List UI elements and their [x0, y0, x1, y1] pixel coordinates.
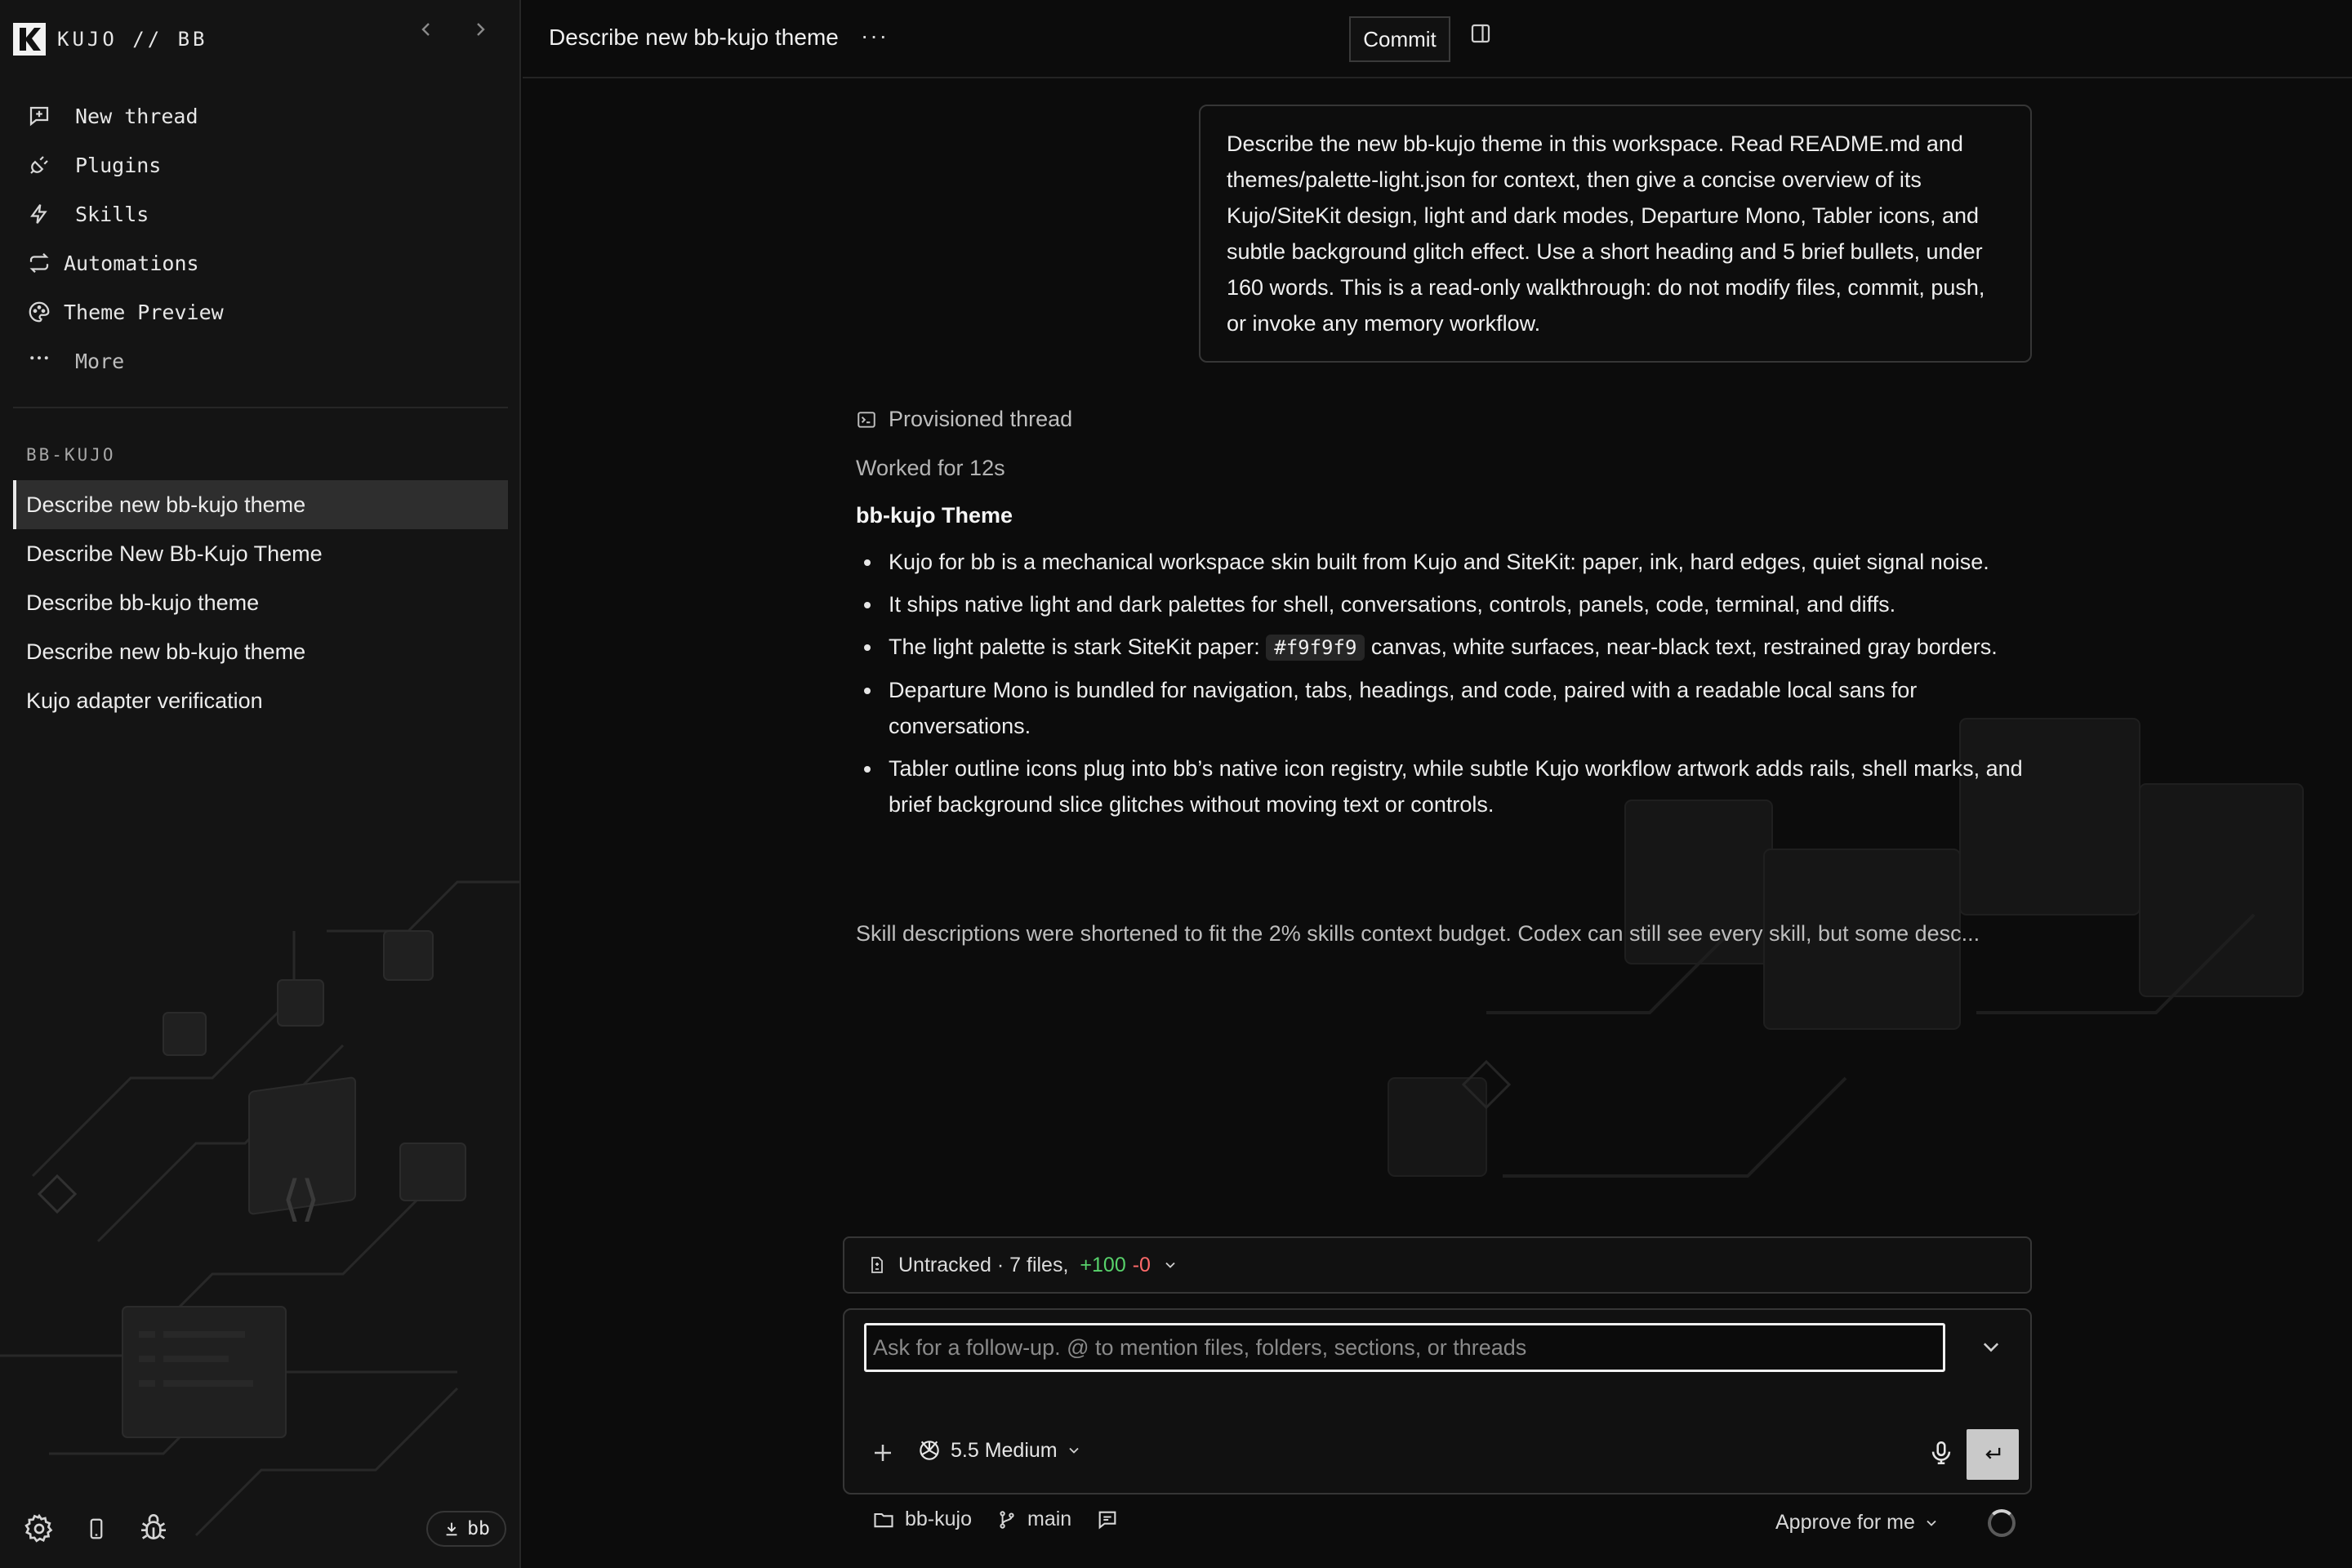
- folder-label: bb-kujo: [905, 1508, 972, 1530]
- chevron-down-icon[interactable]: [1980, 1339, 2002, 1356]
- microphone-icon[interactable]: [1927, 1439, 1955, 1467]
- more-dots-icon: [24, 346, 54, 376]
- branch-selector[interactable]: main: [996, 1508, 1071, 1531]
- thread-list: Describe new bb-kujo theme Describe New …: [13, 480, 508, 725]
- approval-mode-selector[interactable]: Approve for me: [1775, 1511, 1940, 1535]
- settings-gear-icon[interactable]: [20, 1509, 59, 1548]
- skill-budget-notice: Skill descriptions were shortened to fit…: [856, 921, 1980, 946]
- thread-item[interactable]: Describe new bb-kujo theme: [13, 480, 508, 529]
- thread-title: Describe new bb-kujo theme: [549, 24, 839, 50]
- nav-theme-preview[interactable]: Theme Preview: [24, 287, 498, 336]
- inline-code: #f9f9f9: [1266, 635, 1365, 661]
- untracked-files-bar[interactable]: Untracked · 7 files, +100 -0: [843, 1236, 2032, 1294]
- primary-nav: New thread Plugins Skills Automations Th…: [24, 91, 498, 385]
- nav-label: New thread: [75, 104, 198, 128]
- add-attachment-icon[interactable]: [871, 1441, 895, 1465]
- chevron-down-icon: [1068, 1447, 1079, 1454]
- bb-label: bb: [467, 1518, 490, 1539]
- top-bar: Describe new bb-kujo theme ··· Commit: [523, 0, 2352, 78]
- bug-icon[interactable]: [134, 1509, 173, 1548]
- terminal-icon: [858, 411, 875, 428]
- openai-logo-icon: [920, 1441, 939, 1460]
- nav-label: More: [75, 349, 125, 373]
- palette-icon: [24, 297, 54, 327]
- user-message: Describe the new bb-kujo theme in this w…: [1199, 105, 2032, 363]
- folder-selector[interactable]: bb-kujo: [872, 1508, 972, 1531]
- nav-label: Theme Preview: [64, 300, 224, 324]
- project-section-label: BB-KUJO: [26, 445, 116, 465]
- review-comment-icon[interactable]: [1096, 1508, 1119, 1531]
- nav-more[interactable]: More: [24, 336, 498, 385]
- file-diff-icon: [871, 1257, 883, 1273]
- bullet-text: The light palette is stark SiteKit paper…: [889, 635, 1260, 659]
- download-icon: [446, 1522, 457, 1536]
- list-item: Kujo for bb is a mechanical workspace sk…: [864, 544, 2042, 580]
- panel-toggle-icon[interactable]: [1468, 21, 1493, 46]
- workspace-status-bar: bb-kujo main: [872, 1508, 1119, 1531]
- nav-skills[interactable]: Skills: [24, 189, 498, 238]
- thread-item[interactable]: Describe bb-kujo theme: [13, 578, 508, 627]
- thread-item[interactable]: Describe New Bb-Kujo Theme: [13, 529, 508, 578]
- new-thread-icon: [24, 101, 54, 131]
- nav-label: Skills: [75, 202, 149, 226]
- thread-menu-button[interactable]: ···: [861, 23, 889, 49]
- approve-label: Approve for me: [1775, 1511, 1915, 1534]
- nav-label: Plugins: [75, 153, 162, 177]
- brand-name: KUJO // BB: [57, 28, 208, 51]
- untracked-label: Untracked · 7 files,: [898, 1253, 1069, 1276]
- back-arrow-icon[interactable]: [416, 20, 436, 39]
- thread-item[interactable]: Kujo adapter verification: [13, 676, 508, 725]
- kujo-logo-icon: [13, 23, 46, 56]
- mobile-device-icon[interactable]: [77, 1509, 116, 1548]
- bolt-icon: [24, 199, 54, 229]
- history-navigation: [416, 20, 490, 39]
- nav-automations[interactable]: Automations: [24, 238, 498, 287]
- provisioned-label: Provisioned thread: [889, 407, 1073, 431]
- commit-button[interactable]: Commit: [1349, 16, 1450, 62]
- branch-label: main: [1027, 1508, 1072, 1530]
- folder-icon: [874, 1512, 893, 1527]
- bullet-text: canvas, white surfaces, near-black text,…: [1370, 635, 1998, 659]
- svg-text:⟨⟩: ⟨⟩: [282, 1170, 320, 1227]
- forward-arrow-icon[interactable]: [470, 20, 490, 39]
- nav-label: Automations: [64, 251, 199, 275]
- list-item: Departure Mono is bundled for navigation…: [864, 672, 2042, 744]
- thread-item[interactable]: Describe new bb-kujo theme: [13, 627, 508, 676]
- loading-spinner-icon: [1988, 1509, 2016, 1537]
- list-item: Tabler outline icons plug into bb’s nati…: [864, 751, 2042, 822]
- chevron-down-icon: [1165, 1262, 1175, 1268]
- composer: 5.5 Medium: [843, 1308, 2032, 1494]
- lines-added: +100: [1080, 1253, 1126, 1276]
- model-label: 5.5 Medium: [951, 1438, 1058, 1462]
- nav-plugins[interactable]: Plugins: [24, 140, 498, 189]
- main-panel: Describe new bb-kujo theme ··· Commit De…: [523, 0, 2352, 1568]
- lines-removed: -0: [1132, 1253, 1151, 1276]
- answer-heading: bb-kujo Theme: [856, 503, 1013, 528]
- list-item: It ships native light and dark palettes …: [864, 586, 2042, 622]
- enter-arrow-icon: [1985, 1447, 2001, 1459]
- provisioned-indicator[interactable]: Provisioned thread: [856, 407, 1072, 432]
- sidebar-divider: [13, 407, 508, 408]
- chevron-down-icon: [1927, 1520, 1936, 1526]
- nav-new-thread[interactable]: New thread: [24, 91, 498, 140]
- answer-bullets: Kujo for bb is a mechanical workspace sk…: [864, 544, 2042, 829]
- brand[interactable]: KUJO // BB: [13, 21, 208, 57]
- sidebar-background-artwork: ⟨⟩: [0, 880, 519, 1537]
- send-button[interactable]: [1967, 1429, 2019, 1480]
- sidebar: ⟨⟩ KUJO // BB New thread Plugins Skills …: [0, 0, 521, 1568]
- bb-download-button[interactable]: bb: [426, 1511, 506, 1547]
- follow-up-input[interactable]: [864, 1323, 1945, 1372]
- repeat-icon: [24, 248, 54, 278]
- sidebar-footer: [20, 1509, 173, 1548]
- list-item: The light palette is stark SiteKit paper…: [864, 629, 2042, 666]
- plug-icon: [24, 150, 54, 180]
- git-branch-icon: [1000, 1510, 1014, 1529]
- model-selector[interactable]: 5.5 Medium: [916, 1437, 1082, 1463]
- worked-duration[interactable]: Worked for 12s: [856, 456, 1005, 481]
